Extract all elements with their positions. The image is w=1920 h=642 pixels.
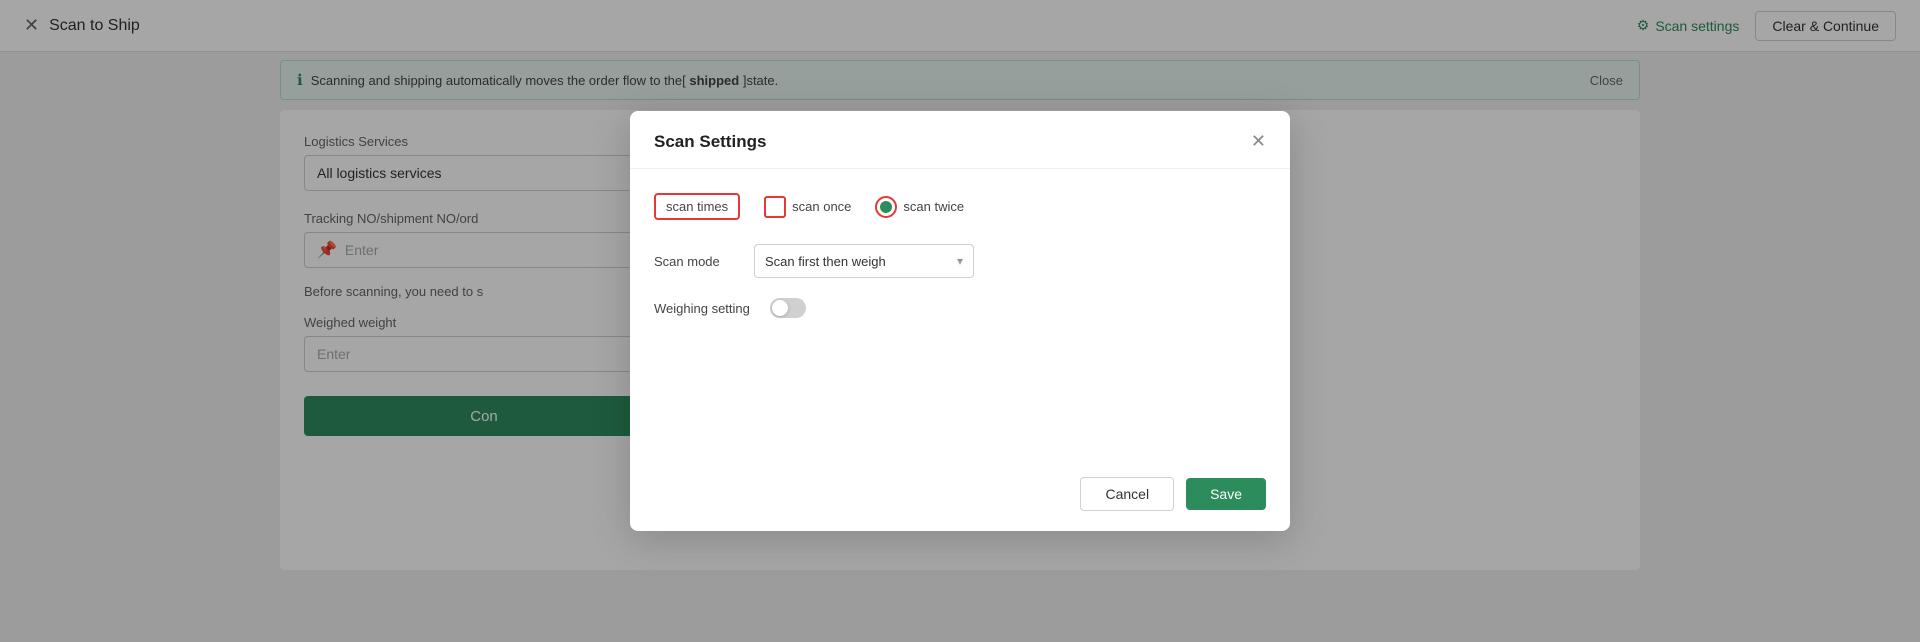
scan-times-row: scan times scan once scan twice: [654, 193, 1266, 220]
scan-mode-label: Scan mode: [654, 254, 754, 269]
scan-mode-row: Scan mode Scan first then weigh ▾: [654, 244, 1266, 278]
scan-settings-modal: Scan Settings ✕ scan times scan once sca…: [630, 111, 1290, 531]
scan-once-label: scan once: [792, 199, 851, 214]
modal-body: scan times scan once scan twice Scan mod…: [630, 169, 1290, 461]
weighing-toggle[interactable]: [770, 298, 806, 318]
weighing-label: Weighing setting: [654, 301, 754, 316]
scan-times-label: scan times: [654, 193, 740, 220]
cancel-button[interactable]: Cancel: [1080, 477, 1174, 511]
modal-footer: Cancel Save: [630, 461, 1290, 531]
modal-header: Scan Settings ✕: [630, 111, 1290, 169]
scan-once-radio[interactable]: [764, 196, 786, 218]
scan-twice-option[interactable]: scan twice: [875, 196, 964, 218]
modal-title: Scan Settings: [654, 132, 766, 152]
scan-mode-select[interactable]: Scan first then weigh ▾: [754, 244, 974, 278]
toggle-knob: [772, 300, 788, 316]
weighing-row: Weighing setting: [654, 298, 1266, 318]
scan-twice-radio[interactable]: [875, 196, 897, 218]
radio-selected-dot: [880, 201, 892, 213]
scan-twice-label: scan twice: [903, 199, 964, 214]
scan-mode-value: Scan first then weigh: [765, 254, 886, 269]
chevron-down-icon: ▾: [957, 254, 963, 268]
scan-once-option[interactable]: scan once: [764, 196, 851, 218]
save-button[interactable]: Save: [1186, 478, 1266, 510]
modal-close-button[interactable]: ✕: [1251, 131, 1266, 152]
